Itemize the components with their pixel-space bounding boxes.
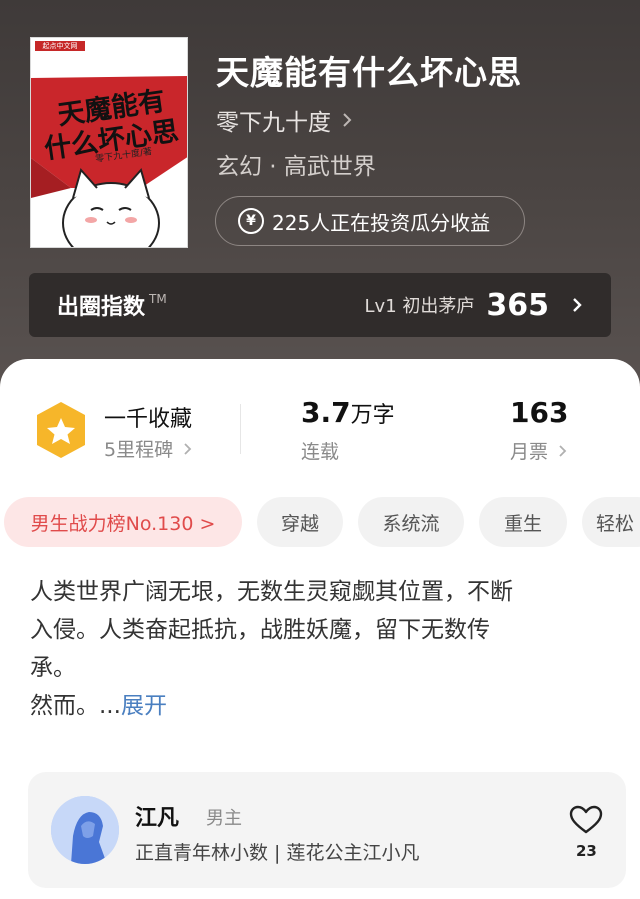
chevron-right-icon (184, 442, 192, 455)
word-count: 3.7万字 (301, 396, 395, 429)
chevron-right-icon (343, 113, 352, 127)
synopsis-line: 然而。... (30, 693, 121, 719)
monthly-tickets-link[interactable]: 月票 (510, 437, 567, 464)
character-description: 正直青年林小数 | 莲花公主江小凡 (135, 842, 420, 864)
tag-item[interactable]: 穿越 (257, 497, 343, 547)
tag-row: 男生战力榜No.130 > 穿越 系统流 重生 轻松 (4, 497, 640, 547)
circle-index-score: 365 (486, 287, 549, 323)
word-count-value: 3.7 (301, 396, 351, 429)
avatar[interactable] (51, 796, 119, 864)
synopsis-last-line: 然而。...展开 (30, 687, 610, 725)
collect-milestone-link[interactable]: 5里程碑 (104, 435, 192, 462)
circle-index-level: Lv1 初出茅庐 (364, 296, 475, 317)
word-count-unit: 万字 (350, 403, 395, 428)
collect-milestone-sub: 5里程碑 (104, 439, 174, 461)
book-title: 天魔能有什么坏心思 (216, 53, 522, 92)
synopsis-line: 人类世界广阔无垠，无数生灵窥觑其位置，不断 (30, 579, 513, 605)
circle-index-title: 出圈指数 (57, 295, 146, 320)
monthly-tickets-label: 月票 (510, 441, 549, 463)
serial-status: 连载 (301, 441, 340, 463)
synopsis-line: 承。 (30, 655, 76, 681)
heart-icon[interactable] (569, 805, 603, 835)
yen-icon: ¥ (238, 208, 264, 234)
character-role: 男主 (206, 808, 242, 829)
like-count: 23 (576, 842, 597, 860)
star-badge-icon (37, 402, 85, 458)
synopsis: 人类世界广阔无垠，无数生灵窥觑其位置，不断 入侵。人类奋起抵抗，战胜妖魔，留下无… (30, 573, 610, 725)
author-name: 零下九十度 (216, 110, 331, 136)
character-card[interactable]: 江凡 男主 正直青年林小数 | 莲花公主江小凡 23 (28, 772, 626, 888)
tag-item[interactable]: 轻松 (582, 497, 640, 547)
book-header: 起点中文网 天魔能有 什么坏心思 零下九十度/著 天魔能有什么坏心思 零下九十度… (0, 0, 640, 400)
book-cover[interactable]: 起点中文网 天魔能有 什么坏心思 零下九十度/著 (30, 37, 188, 248)
cover-publisher-tag: 起点中文网 (35, 41, 85, 51)
tag-rank[interactable]: 男生战力榜No.130 > (4, 497, 242, 547)
synopsis-line: 入侵。人类奋起抵抗，战胜妖魔，留下无数传 (30, 617, 490, 643)
invest-button[interactable]: ¥ 225人正在投资瓜分收益 (215, 196, 525, 246)
author-link[interactable]: 零下九十度 (216, 103, 353, 137)
tag-item[interactable]: 系统流 (358, 497, 464, 547)
tag-item[interactable]: 重生 (479, 497, 567, 547)
stats-divider (240, 404, 241, 454)
chevron-right-icon (559, 444, 567, 457)
chevron-right-icon (573, 298, 582, 312)
invest-label: 225人正在投资瓜分收益 (272, 210, 491, 235)
collect-milestone-title[interactable]: 一千收藏 (104, 401, 192, 433)
book-genre[interactable]: 玄幻 · 高武世界 (216, 147, 376, 181)
circle-index-bar[interactable]: 出圈指数 TM Lv1 初出茅庐 365 (29, 273, 611, 337)
trademark-mark: TM (149, 292, 167, 306)
character-avatar-art (51, 796, 119, 864)
monthly-tickets-value[interactable]: 163 (510, 396, 568, 429)
character-name: 江凡 (135, 806, 180, 831)
expand-link[interactable]: 展开 (121, 693, 167, 719)
